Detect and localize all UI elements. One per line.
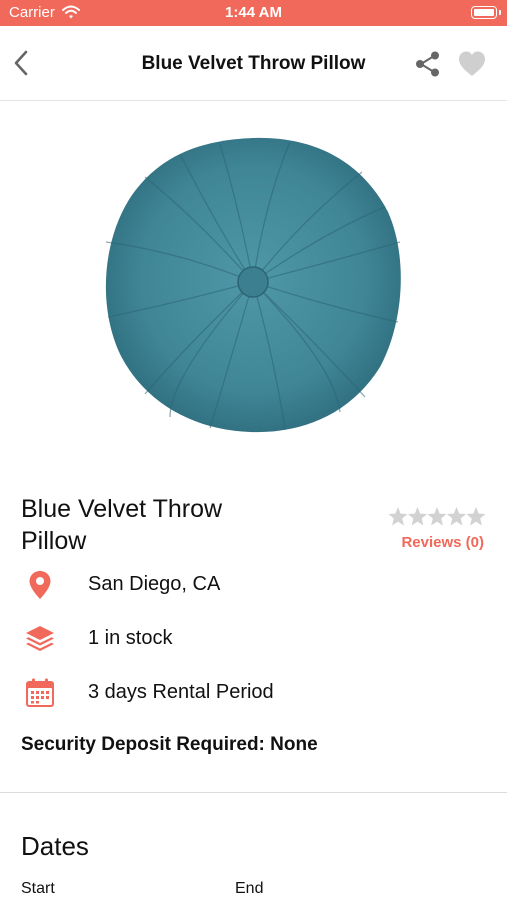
navigation-bar: Blue Velvet Throw Pillow — [0, 26, 507, 101]
star-icon — [447, 507, 466, 526]
stock-row: 1 in stock — [0, 621, 507, 657]
security-deposit: Security Deposit Required: None — [21, 734, 318, 755]
star-icon — [427, 507, 447, 526]
battery-tip — [499, 10, 501, 15]
layers-icon — [24, 623, 56, 655]
star-icon — [466, 507, 486, 526]
product-name: Blue Velvet Throw Pillow — [21, 495, 223, 555]
clock: 1:44 AM — [225, 4, 282, 21]
status-bar: Carrier 1:44 AM — [0, 0, 507, 26]
section-divider — [0, 792, 507, 793]
reviews-link[interactable]: Reviews (0) — [360, 534, 484, 551]
battery-icon — [471, 6, 497, 19]
product-image — [100, 132, 406, 438]
calendar-icon — [24, 677, 56, 709]
dates-heading: Dates — [21, 831, 89, 861]
location-row: San Diego, CA — [0, 567, 507, 603]
rental-period-row: 3 days Rental Period — [0, 675, 507, 711]
share-icon[interactable] — [412, 48, 444, 80]
star-icon — [408, 507, 427, 526]
end-date-label: End — [235, 880, 264, 897]
stock-text: 1 in stock — [88, 627, 173, 649]
star-icon — [388, 507, 408, 526]
location-pin-icon — [24, 569, 56, 601]
star-rating — [388, 506, 488, 528]
start-date-label: Start — [21, 880, 55, 897]
location-text: San Diego, CA — [88, 573, 221, 595]
heart-icon[interactable] — [456, 48, 488, 80]
rental-period-text: 3 days Rental Period — [88, 681, 274, 703]
